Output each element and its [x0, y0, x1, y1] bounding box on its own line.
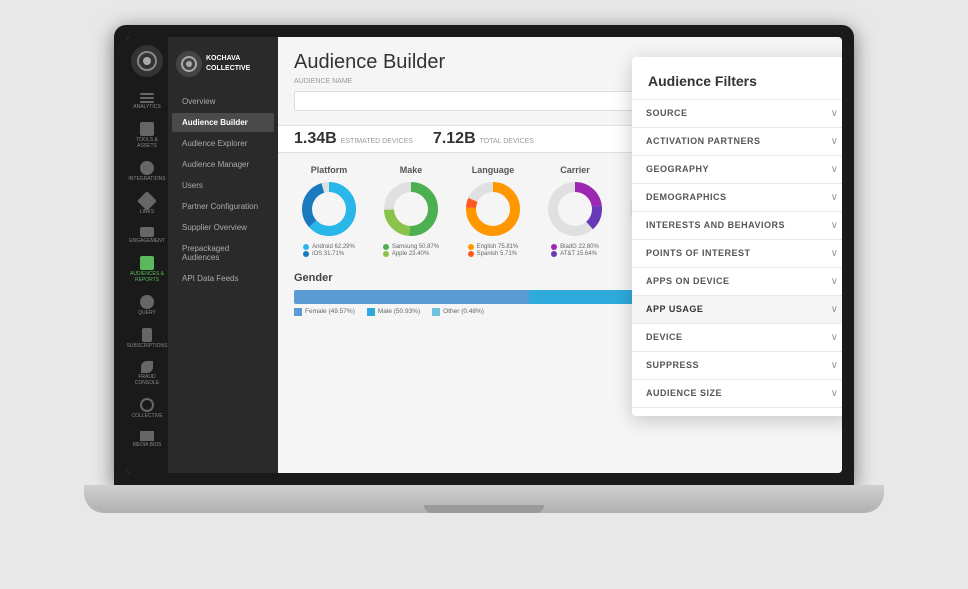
- estimated-devices-stat: 1.34B ESTIMATED DEVICES: [294, 130, 413, 148]
- links-nav-icon[interactable]: LINKS: [126, 190, 168, 219]
- filter-points-of-interest[interactable]: POINTS OF INTEREST ∨: [632, 240, 842, 268]
- language-label: Language: [472, 165, 515, 175]
- total-devices-value: 7.12B: [433, 130, 476, 148]
- filter-geography[interactable]: GEOGRAPHY ∨: [632, 156, 842, 184]
- language-chart: Language English 75.81% Spanish 5.71%: [458, 165, 528, 258]
- carrier-legend: BladG 22.80% AT&T 15.64%: [551, 243, 599, 258]
- analytics-nav-icon[interactable]: ANALYTICS: [126, 89, 168, 114]
- brand-text: KOCHAVA COLLECTIVE: [206, 54, 250, 72]
- fraud-nav-icon[interactable]: FRAUD CONSOLE: [126, 357, 168, 390]
- estimated-devices-label: ESTIMATED DEVICES: [341, 138, 413, 145]
- platform-donut: [299, 179, 359, 239]
- total-devices-label: TOTAL DEVICES: [480, 138, 534, 145]
- filters-title: Audience Filters: [632, 73, 842, 100]
- filter-demographics[interactable]: DEMOGRAPHICS ∨: [632, 184, 842, 212]
- laptop-wrapper: ANALYTICS TOOLS & ASSETS INTEGRATIONS LI…: [54, 25, 914, 565]
- filter-source[interactable]: SOURCE ∨: [632, 100, 842, 128]
- make-legend: Samsung 50.87% Apple 23.40%: [383, 243, 439, 258]
- platform-chart: Platform Android 62.29% iOS 31.71%: [294, 165, 364, 258]
- apps-chevron: ∨: [831, 276, 838, 287]
- laptop-screen: ANALYTICS TOOLS & ASSETS INTEGRATIONS LI…: [126, 37, 842, 473]
- filter-app-usage[interactable]: APP USAGE ∨: [632, 296, 842, 324]
- filter-audience-size[interactable]: AUDIENCE SIZE ∨: [632, 380, 842, 408]
- gender-female-bar: [294, 290, 529, 304]
- female-legend-color: [294, 308, 302, 316]
- nav-item-users[interactable]: Users: [172, 176, 274, 195]
- engagement-nav-icon[interactable]: ENGAGEMENT: [126, 223, 168, 248]
- nav-item-audience-explorer[interactable]: Audience Explorer: [172, 134, 274, 153]
- make-chart: Make Samsung 50.87% Apple 23.40%: [376, 165, 446, 258]
- activation-chevron: ∨: [831, 136, 838, 147]
- make-label: Make: [400, 165, 423, 175]
- audiences-nav-icon[interactable]: AUDIENCES & REPORTS: [126, 252, 168, 287]
- tools-nav-icon[interactable]: TOOLS & ASSETS: [126, 118, 168, 153]
- query-nav-icon[interactable]: QUERY: [126, 291, 168, 320]
- language-legend: English 75.81% Spanish 5.71%: [468, 243, 519, 258]
- nav-item-audience-builder[interactable]: Audience Builder: [172, 113, 274, 132]
- sidebar-nav: KOCHAVA COLLECTIVE Overview Audience Bui…: [168, 37, 278, 473]
- media-nav-icon[interactable]: MEDIA BIDS: [126, 427, 168, 452]
- filter-apps-on-device[interactable]: APPS ON DEVICE ∨: [632, 268, 842, 296]
- make-donut: [381, 179, 441, 239]
- nav-item-partner-config[interactable]: Partner Configuration: [172, 197, 274, 216]
- app-usage-chevron: ∨: [831, 304, 838, 315]
- filter-device[interactable]: DEVICE ∨: [632, 324, 842, 352]
- nav-item-supplier-overview[interactable]: Supplier Overview: [172, 218, 274, 237]
- collective-nav-icon[interactable]: COLLECTIVE: [126, 394, 168, 423]
- other-legend-color: [432, 308, 440, 316]
- carrier-label: Carrier: [560, 165, 590, 175]
- app-logo: [131, 45, 163, 77]
- interests-chevron: ∨: [831, 220, 838, 231]
- device-chevron: ∨: [831, 332, 838, 343]
- platform-label: Platform: [311, 165, 348, 175]
- brand-icon: [176, 51, 202, 77]
- total-devices-stat: 7.12B TOTAL DEVICES: [433, 130, 534, 148]
- filter-suppress[interactable]: SUPPRESS ∨: [632, 352, 842, 380]
- carrier-chart: Carrier BladG 22.80% AT&T 15.64%: [540, 165, 610, 258]
- audience-size-chevron: ∨: [831, 388, 838, 399]
- nav-item-overview[interactable]: Overview: [172, 92, 274, 111]
- filter-activation-partners[interactable]: ACTIVATION PARTNERS ∨: [632, 128, 842, 156]
- suppress-chevron: ∨: [831, 360, 838, 371]
- poi-chevron: ∨: [831, 248, 838, 259]
- laptop-screen-border: ANALYTICS TOOLS & ASSETS INTEGRATIONS LI…: [114, 25, 854, 485]
- carrier-donut: [545, 179, 605, 239]
- subscriptions-nav-icon[interactable]: SUBSCRIPTIONS: [126, 324, 168, 353]
- language-donut: [463, 179, 523, 239]
- nav-item-prepackaged[interactable]: Prepackaged Audiences: [172, 239, 274, 267]
- filter-interests[interactable]: INTERESTS AND BEHAVIORS ∨: [632, 212, 842, 240]
- sidebar-narrow: ANALYTICS TOOLS & ASSETS INTEGRATIONS LI…: [126, 37, 168, 473]
- geography-chevron: ∨: [831, 164, 838, 175]
- brand-area: KOCHAVA COLLECTIVE: [168, 45, 278, 83]
- male-legend-color: [367, 308, 375, 316]
- laptop-base: [84, 485, 884, 513]
- demographics-chevron: ∨: [831, 192, 838, 203]
- nav-item-audience-manager[interactable]: Audience Manager: [172, 155, 274, 174]
- source-chevron: ∨: [831, 108, 838, 119]
- nav-item-api-feeds[interactable]: API Data Feeds: [172, 269, 274, 288]
- integrations-nav-icon[interactable]: INTEGRATIONS: [126, 157, 168, 186]
- platform-legend: Android 62.29% iOS 31.71%: [303, 243, 355, 258]
- audience-filters-panel: Audience Filters SOURCE ∨ ACTIVATION PAR…: [632, 57, 842, 416]
- estimated-devices-value: 1.34B: [294, 130, 337, 148]
